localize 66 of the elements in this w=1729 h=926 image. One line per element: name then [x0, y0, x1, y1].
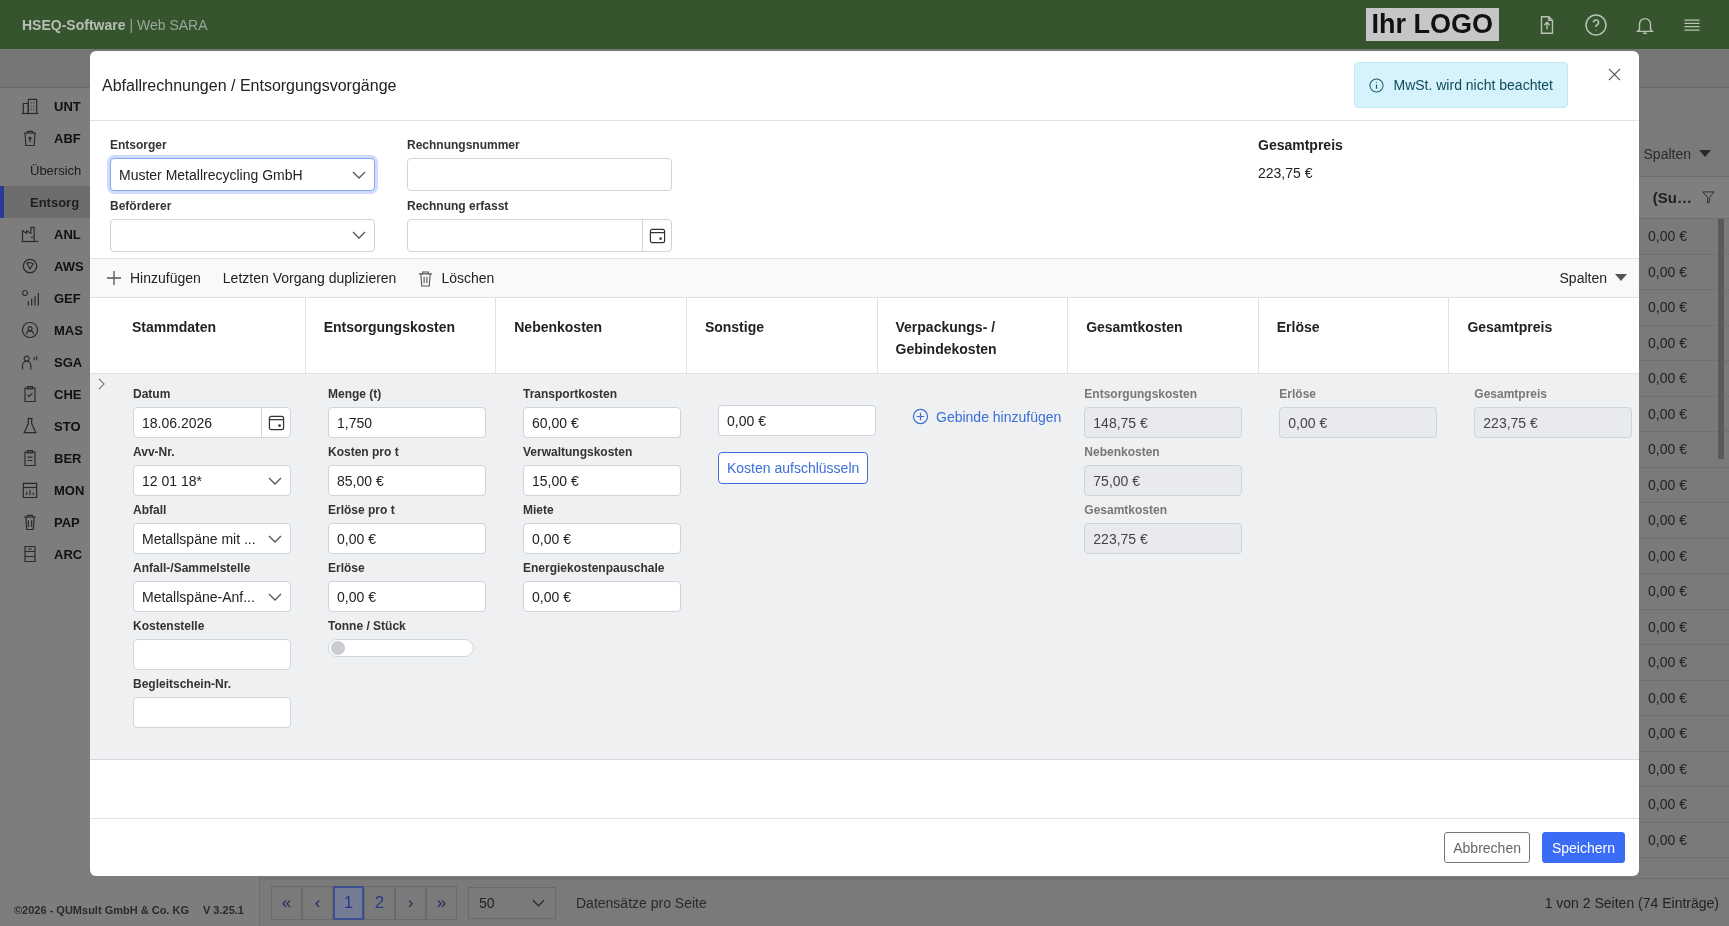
column-header: Gesamtpreis	[1467, 319, 1553, 335]
table-cell: 0,00 €	[1648, 405, 1687, 422]
field-label: Abfall	[133, 502, 168, 518]
page-summary: 1 von 2 Seiten (74 Einträge)	[1544, 894, 1719, 911]
total-value: 223,75 €	[1258, 165, 1314, 181]
logo: Ihr LOGO	[1365, 8, 1499, 41]
field-label: Erlöse	[1279, 386, 1317, 402]
column-header: Gesamtkosten	[1086, 319, 1183, 335]
column-header: Stammdaten	[132, 319, 217, 335]
table-cell: 0,00 €	[1648, 299, 1687, 316]
table-cell: 0,00 €	[1648, 654, 1687, 671]
field-label: Datum	[133, 386, 172, 402]
table-cell: 0,00 €	[1648, 583, 1687, 600]
field-label: Rechnung erfasst	[407, 197, 510, 214]
page-size-label: Datensätze pro Seite	[576, 894, 707, 911]
total-label: Gesamtpreis	[1258, 137, 1343, 153]
field-label: Menge (t)	[328, 386, 383, 402]
field-label: Tonne / Stück	[328, 618, 407, 634]
field-label: Anfall-/Sammelstelle	[133, 560, 252, 576]
column-header: Nebenkosten	[514, 319, 603, 335]
field-label: Nebenkosten	[1084, 444, 1161, 460]
table-cell: 0,00 €	[1648, 725, 1687, 742]
field-label: Rechnungsnummer	[407, 137, 521, 153]
column-header: Verpackungs- / Gebindekosten	[895, 319, 997, 357]
readonly-field: 223,75 €	[1474, 407, 1633, 438]
field-label: Erlöse	[328, 560, 366, 576]
field-label: Erlöse pro t	[328, 502, 396, 518]
product-name: | Web SARA	[129, 16, 208, 33]
table-cell: 0,00 €	[1648, 760, 1687, 777]
field-label: Avv-Nr.	[133, 444, 176, 460]
table-cell: 0,00 €	[1648, 689, 1687, 706]
column-header: Erlöse	[1276, 319, 1320, 335]
readonly-field: 75,00 €	[1084, 465, 1243, 496]
column-header: Sonstige	[704, 319, 764, 335]
dialog-title: Abfallrechnungen / Entsorgungsvorgänge	[102, 76, 397, 95]
brand-name: HSEQ-Software	[22, 16, 126, 33]
table-cell: 0,00 €	[1648, 228, 1687, 245]
field-label: Verwaltungskosten	[523, 444, 634, 460]
readonly-field: 0,00 €	[1279, 407, 1438, 438]
field-label: Miete	[523, 502, 555, 518]
table-cell: 0,00 €	[1648, 618, 1687, 635]
table-cell: 0,00 €	[1648, 334, 1687, 351]
field-label: Gesamtkosten	[1084, 502, 1169, 518]
version-text: V 3.25.1	[202, 904, 244, 916]
field-label: Entsorger	[110, 137, 168, 153]
column-header: Entsorgungskosten	[323, 319, 456, 335]
field-label: Begleitschein-Nr.	[133, 676, 233, 692]
field-label: Entsorgungskosten	[1084, 386, 1198, 402]
table-cell: 0,00 €	[1648, 263, 1687, 280]
table-cell: 0,00 €	[1648, 476, 1687, 493]
field-label: Kosten pro t	[328, 444, 400, 460]
field-label: Transportkosten	[523, 386, 619, 402]
table-cell: 0,00 €	[1648, 547, 1687, 564]
table-cell: 0,00 €	[1648, 370, 1687, 387]
copyright-text: ©2026 - QUMsult GmbH & Co. KG	[14, 904, 189, 916]
table-cell: 0,00 €	[1648, 512, 1687, 529]
table-cell: 0,00 €	[1648, 831, 1687, 848]
alert-text: MwSt. wird nicht beachtet	[1393, 77, 1553, 93]
readonly-field: 148,75 €	[1084, 407, 1243, 438]
field-label: Energiekostenpauschale	[523, 560, 666, 576]
table-cell: 0,00 €	[1648, 796, 1687, 813]
field-label: Kostenstelle	[133, 618, 206, 634]
field-label: Beförderer	[110, 197, 173, 214]
table-cell: 0,00 €	[1648, 441, 1687, 458]
readonly-field: 223,75 €	[1084, 523, 1243, 554]
field-label: Gesamtpreis	[1474, 386, 1549, 402]
